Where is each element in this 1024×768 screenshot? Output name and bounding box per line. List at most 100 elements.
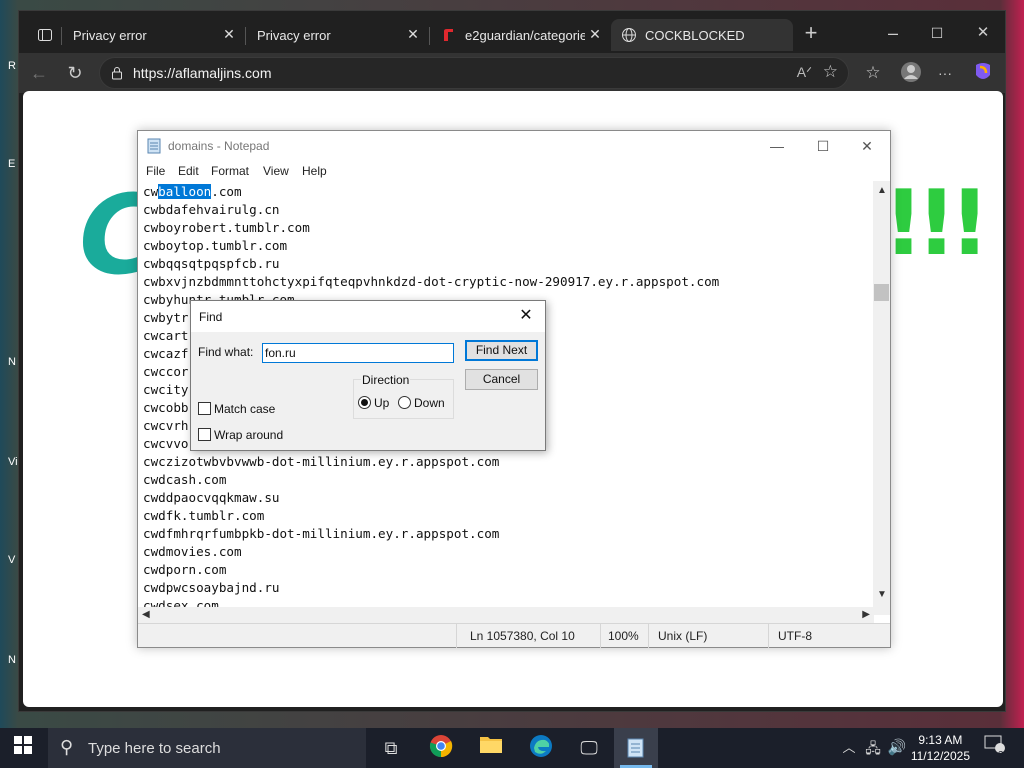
tab-privacy-error-1[interactable]: Privacy error ✕ <box>63 19 243 51</box>
read-aloud-icon[interactable]: Aᐟ <box>797 64 812 81</box>
direction-down-label[interactable]: Down <box>414 396 445 410</box>
text-line: cwdfk.tumblr.com <box>143 508 265 523</box>
direction-down-radio[interactable] <box>398 396 411 409</box>
clock-date: 11/12/2025 <box>910 749 970 763</box>
vertical-scrollbar[interactable]: ▲ ▼ <box>873 181 890 615</box>
tab-close-icon[interactable]: ✕ <box>221 26 237 42</box>
file-explorer-icon[interactable] <box>476 734 506 762</box>
refresh-button[interactable]: ↻ <box>63 61 87 85</box>
find-next-button[interactable]: Find Next <box>465 340 538 361</box>
tab-close-icon[interactable]: ✕ <box>405 26 421 42</box>
text-line: cwboyrobert.tumblr.com <box>143 220 310 235</box>
find-what-label: Find what: <box>198 345 254 359</box>
wrap-around-checkbox[interactable] <box>198 428 211 441</box>
encoding: UTF-8 <box>778 629 812 643</box>
notepad-menubar: File Edit Format View Help <box>138 161 890 181</box>
notepad-titlebar[interactable]: domains - Notepad — ☐ ✕ <box>138 131 890 161</box>
find-dialog: Find ✕ Find what: fon.ru Find Next Cance… <box>190 300 546 451</box>
tab-bar: Privacy error ✕ Privacy error ✕ e2guardi… <box>19 11 1005 53</box>
match-case-label[interactable]: Match case <box>214 402 275 416</box>
text-line: cwdmovies.com <box>143 544 242 559</box>
find-titlebar[interactable]: Find ✕ <box>191 301 545 332</box>
scroll-left-icon[interactable]: ◀ <box>142 609 150 620</box>
scrollbar-thumb[interactable] <box>874 284 889 301</box>
desktop-icon-fragment: N <box>8 654 16 666</box>
tab-privacy-error-2[interactable]: Privacy error ✕ <box>247 19 427 51</box>
notepad-icon <box>147 138 161 154</box>
text-line: cwdpwcsoaybajnd.ru <box>143 580 280 595</box>
tab-cockblocked[interactable]: COCKBLOCKED <box>611 19 793 51</box>
remote-desktop-icon[interactable]: 🖵 <box>574 734 604 762</box>
cancel-button[interactable]: Cancel <box>465 369 538 390</box>
favorite-star-icon[interactable]: ☆ <box>823 62 838 82</box>
text-line: cwbqqsqtpqspfcb.ru <box>143 256 280 271</box>
menu-help[interactable]: Help <box>302 164 327 178</box>
tab-title: Privacy error <box>257 27 331 43</box>
tab-title: e2guardian/categories <box>465 27 585 43</box>
tab-close-icon[interactable]: ✕ <box>587 26 603 42</box>
system-clock[interactable]: 9:13 AM 11/12/2025 <box>911 732 970 764</box>
cursor-position: Ln 1057380, Col 10 <box>470 629 575 643</box>
edge-icon[interactable] <box>526 734 556 762</box>
tab-actions-icon <box>38 29 52 41</box>
menu-file[interactable]: File <box>146 164 165 178</box>
find-what-input[interactable]: fon.ru <box>262 343 454 363</box>
menu-format[interactable]: Format <box>211 164 249 178</box>
profile-avatar[interactable] <box>899 61 923 85</box>
desktop-icon-fragment: N <box>8 356 16 368</box>
task-view-icon[interactable]: ⧉ <box>376 734 406 762</box>
direction-label: Direction <box>361 373 411 387</box>
scroll-down-icon[interactable]: ▼ <box>877 589 887 600</box>
text-line: cwboytop.tumblr.com <box>143 238 288 253</box>
start-button[interactable] <box>8 734 38 762</box>
more-options-icon[interactable]: ··· <box>933 61 957 85</box>
globe-icon <box>622 28 636 42</box>
notepad-minimize-button[interactable]: — <box>754 131 800 161</box>
taskbar-search-box[interactable]: ⚲ Type here to search <box>48 728 366 768</box>
match-case-checkbox[interactable] <box>198 402 211 415</box>
minimize-button[interactable]: – <box>881 21 905 45</box>
horizontal-scrollbar[interactable]: ◀ ▶ <box>138 607 874 624</box>
search-placeholder: Type here to search <box>88 740 221 757</box>
notification-center-icon[interactable]: 3 <box>980 734 1010 762</box>
url-text[interactable]: https://aflamaljins.com <box>133 65 272 81</box>
taskbar: ⚲ Type here to search ⧉ 🖵 ︿ 🖧 🔊 9:13 AM … <box>0 728 1024 768</box>
notepad-taskbar-active[interactable] <box>614 728 658 768</box>
clock-time: 9:13 AM <box>918 733 963 747</box>
wrap-around-label[interactable]: Wrap around <box>214 428 283 442</box>
address-bar[interactable]: https://aflamaljins.com Aᐟ ☆ <box>99 57 849 89</box>
text-line: cwddpaocvqqkmaw.su <box>143 490 280 505</box>
direction-up-label[interactable]: Up <box>374 396 389 410</box>
text-line: cwbxvjnzbdmmnttohctyxpifqteqpvhnkdzd-dot… <box>143 274 720 289</box>
chrome-icon[interactable] <box>426 734 456 762</box>
volume-icon[interactable]: 🔊 <box>882 734 912 762</box>
menu-edit[interactable]: Edit <box>178 164 199 178</box>
notepad-statusbar: Ln 1057380, Col 10 100% Unix (LF) UTF-8 <box>138 623 890 648</box>
new-tab-button[interactable]: + <box>799 21 823 45</box>
tab-title: Privacy error <box>73 27 147 43</box>
desktop-icon-fragment: V <box>8 554 16 566</box>
favorites-icon[interactable]: ☆ <box>861 61 885 85</box>
tab-e2guardian[interactable]: e2guardian/categories ✕ <box>431 19 609 51</box>
menu-view[interactable]: View <box>263 164 289 178</box>
direction-up-radio[interactable] <box>358 396 371 409</box>
page-heading-right: !!! <box>883 171 990 276</box>
address-bar-row: ← ↻ https://aflamaljins.com Aᐟ ☆ ☆ ··· <box>19 53 1005 93</box>
notepad-taskbar-icon <box>627 738 644 758</box>
text-line: cwdfmhrqrfumbpkb-dot-millinium.ey.r.apps… <box>143 526 500 541</box>
close-window-button[interactable]: ✕ <box>971 21 995 45</box>
tab-actions-button[interactable] <box>27 19 59 51</box>
windows-logo-icon <box>14 736 32 754</box>
scroll-right-icon[interactable]: ▶ <box>862 609 870 620</box>
scroll-up-icon[interactable]: ▲ <box>877 185 887 196</box>
copilot-icon[interactable] <box>971 61 995 85</box>
line-endings: Unix (LF) <box>658 629 708 643</box>
maximize-button[interactable]: ☐ <box>925 21 949 45</box>
back-button[interactable]: ← <box>27 61 51 85</box>
lock-icon[interactable] <box>110 66 124 80</box>
notepad-close-button[interactable]: ✕ <box>844 131 890 161</box>
text-line: cwballoon.com <box>143 184 242 199</box>
zoom-level: 100% <box>608 629 639 643</box>
notepad-maximize-button[interactable]: ☐ <box>800 131 846 161</box>
find-close-icon[interactable]: ✕ <box>515 305 537 327</box>
